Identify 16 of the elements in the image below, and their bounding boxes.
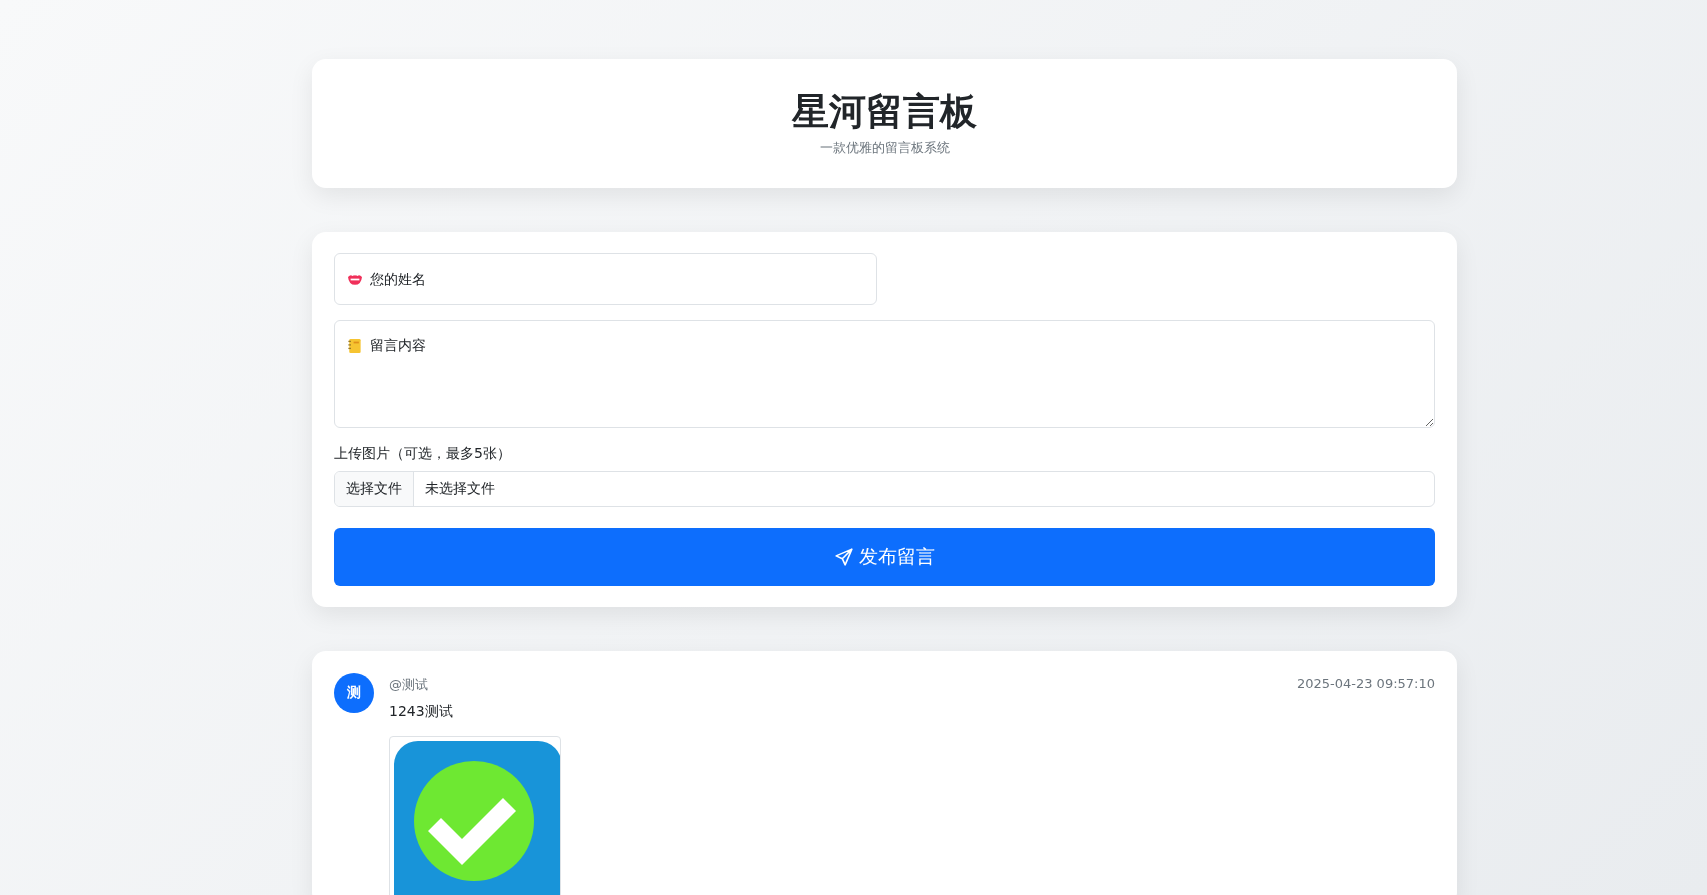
notebook-icon: [348, 339, 361, 353]
avatar: 测: [334, 673, 374, 713]
lips-icon: [348, 274, 362, 285]
author-name: @测试: [389, 676, 428, 694]
site-title: 星河留言板: [792, 90, 977, 135]
file-status: 未选择文件: [424, 480, 495, 498]
file-input[interactable]: 选择文件 未选择文件: [334, 471, 1435, 507]
upload-label: 上传图片（可选，最多5张）: [334, 445, 512, 463]
send-icon: [834, 548, 853, 566]
choose-file-button[interactable]: 选择文件: [335, 472, 414, 506]
site-subtitle: 一款优雅的留言板系统: [819, 138, 950, 157]
message-field[interactable]: 留言内容: [334, 320, 1435, 428]
submit-button[interactable]: 发布留言: [334, 528, 1435, 586]
name-field[interactable]: 您的姓名: [334, 253, 877, 305]
message-time: 2025-04-23 09:57:10: [1296, 676, 1435, 693]
message-text: 1243测试: [389, 703, 454, 721]
